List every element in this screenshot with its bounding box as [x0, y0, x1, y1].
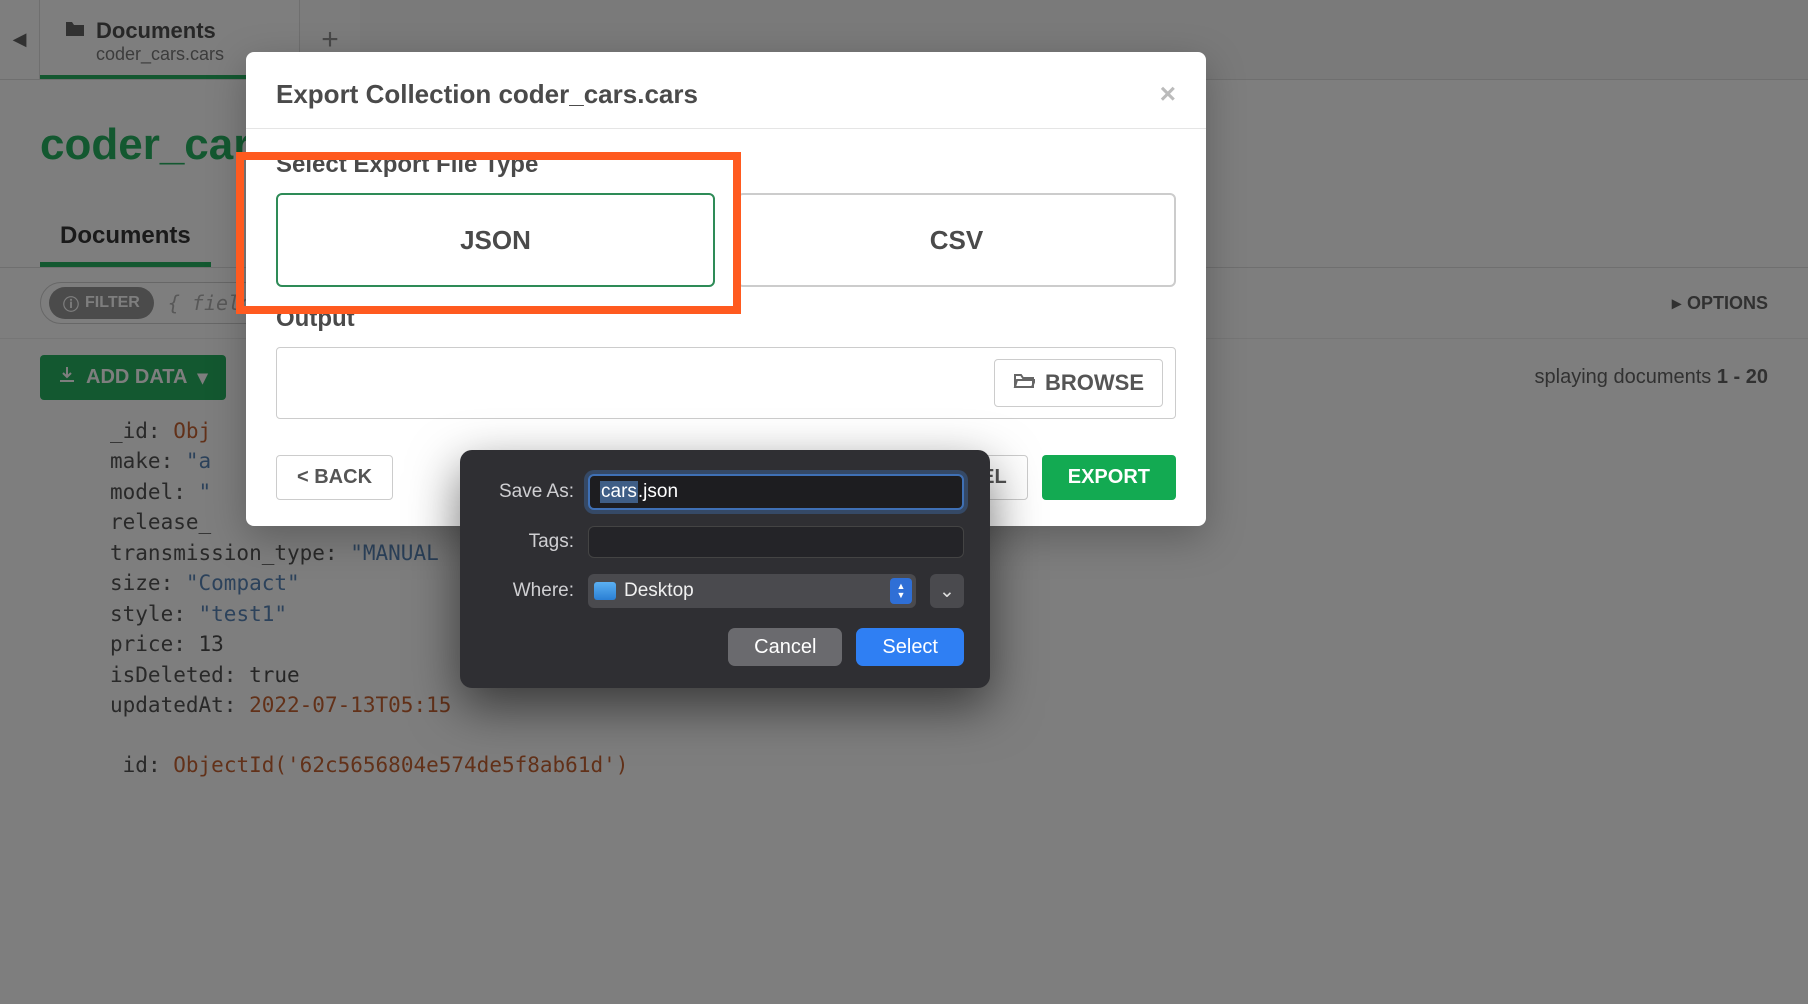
where-value: Desktop	[624, 580, 694, 602]
filetype-json-button[interactable]: JSON	[276, 193, 715, 287]
close-icon[interactable]: ×	[1160, 78, 1176, 110]
filename-rest-part: .json	[638, 481, 678, 503]
folder-open-icon	[1013, 370, 1035, 396]
folder-icon	[594, 582, 616, 600]
where-label: Where:	[486, 580, 574, 602]
filetype-json-label: JSON	[460, 225, 531, 256]
tags-label: Tags:	[486, 531, 574, 553]
where-select[interactable]: Desktop ▲▼	[588, 574, 916, 608]
tags-input[interactable]	[588, 526, 964, 558]
filetype-csv-label: CSV	[930, 225, 983, 256]
export-button[interactable]: EXPORT	[1042, 455, 1176, 500]
export-modal-title: Export Collection coder_cars.cars	[276, 79, 698, 110]
chevron-down-icon: ⌄	[939, 580, 955, 603]
save-file-sheet: Save As: cars.json Tags: Where: Desktop …	[460, 450, 990, 688]
save-as-label: Save As:	[486, 481, 574, 503]
expand-button[interactable]: ⌄	[930, 574, 964, 608]
chevron-updown-icon: ▲▼	[890, 578, 912, 604]
sheet-cancel-button[interactable]: Cancel	[728, 628, 842, 666]
select-filetype-label: Select Export File Type	[276, 133, 1176, 193]
filetype-csv-button[interactable]: CSV	[737, 193, 1176, 287]
output-label: Output	[276, 287, 1176, 347]
sheet-select-button[interactable]: Select	[856, 628, 964, 666]
save-filename-input[interactable]: cars.json	[588, 474, 964, 510]
browse-button[interactable]: BROWSE	[994, 359, 1163, 407]
filename-selected-part: cars	[600, 481, 638, 503]
back-button[interactable]: < BACK	[276, 455, 393, 500]
output-path-field[interactable]: BROWSE	[276, 347, 1176, 419]
browse-label: BROWSE	[1045, 370, 1144, 396]
